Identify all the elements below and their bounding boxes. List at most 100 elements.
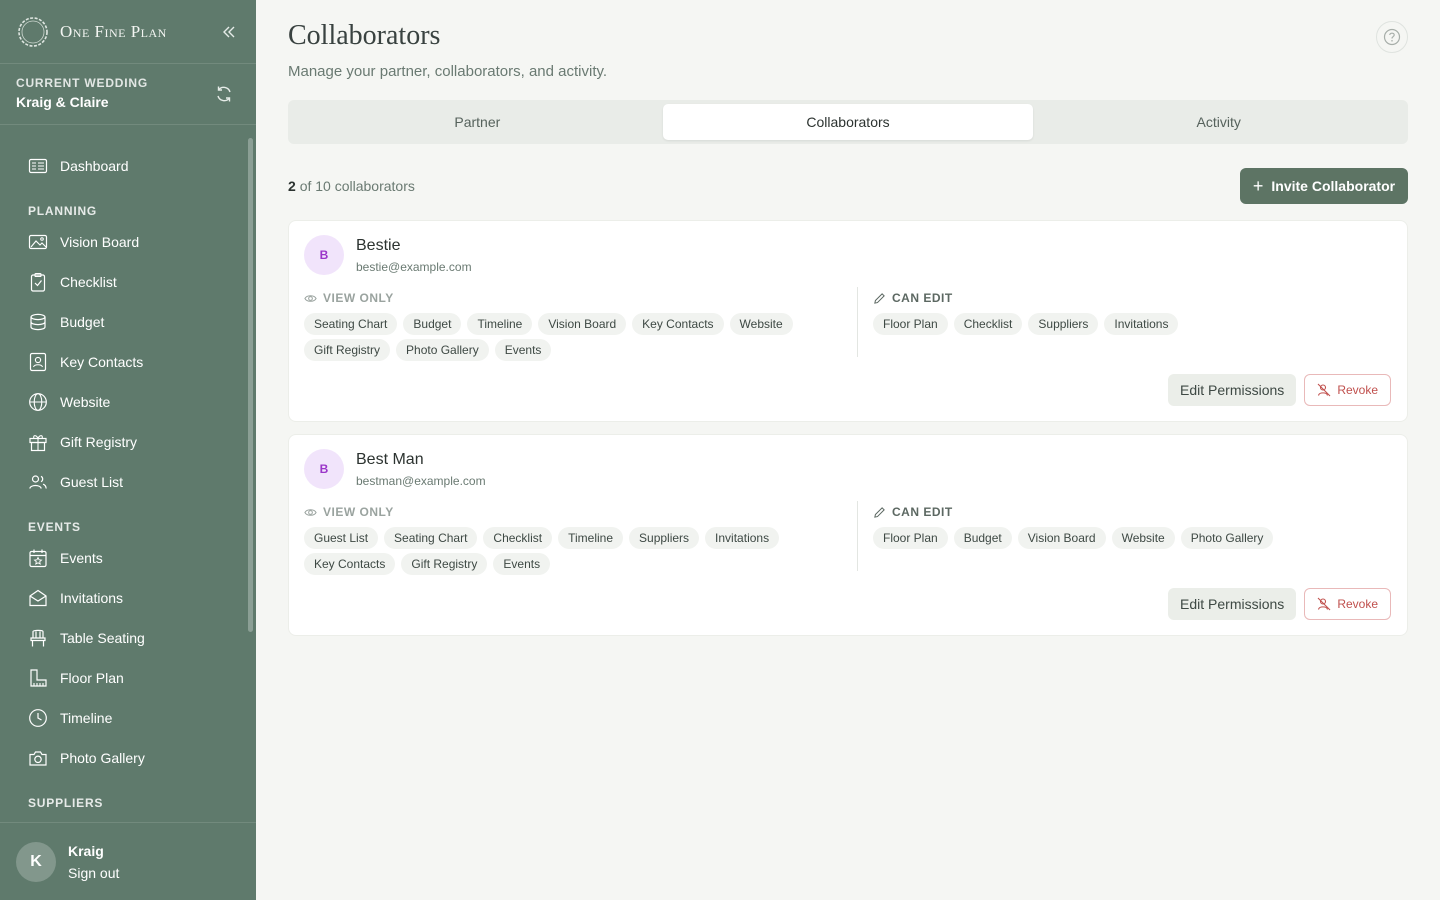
sidebar-item-website[interactable]: Website xyxy=(0,382,256,422)
user-name: Kraig xyxy=(68,842,104,859)
chair-icon xyxy=(28,628,48,648)
permission-chip: Budget xyxy=(953,527,1012,549)
sign-out-link[interactable]: Sign out xyxy=(68,865,119,881)
sidebar-item-label: Website xyxy=(60,394,111,410)
sidebar-item-label: Gift Registry xyxy=(60,434,138,450)
sidebar-item-budget[interactable]: Budget xyxy=(0,302,256,342)
permission-chip: Suppliers xyxy=(1028,313,1099,335)
permission-chip: Events xyxy=(494,339,552,361)
clock-icon xyxy=(28,708,48,728)
permission-chip: Vision Board xyxy=(1017,527,1106,549)
globe-icon xyxy=(28,392,48,412)
current-wedding-label: CURRENT WEDDING xyxy=(16,76,148,90)
tab-collaborators[interactable]: Collaborators xyxy=(662,104,1034,140)
wreath-logo-icon xyxy=(18,16,48,47)
revoke-button[interactable]: Revoke xyxy=(1304,588,1391,620)
sidebar-item-label: Dashboard xyxy=(60,158,129,174)
sidebar-item-table-seating[interactable]: Table Seating xyxy=(0,618,256,658)
permission-chip: Invitations xyxy=(1104,313,1179,335)
nav-section-events: EVENTS xyxy=(28,520,81,534)
view-only-permissions: VIEW ONLY Seating Chart Budget Timeline … xyxy=(304,289,856,365)
sidebar-nav: Dashboard PLANNING Vision Board Checklis… xyxy=(0,126,256,822)
scrollbar-thumb[interactable] xyxy=(248,138,253,632)
brand-name: One Fine Plan xyxy=(60,21,167,41)
can-edit-permissions: CAN EDIT Floor Plan Budget Vision Board … xyxy=(873,503,1393,553)
permission-chip: Gift Registry xyxy=(401,553,488,575)
permission-chip: Website xyxy=(1111,527,1175,549)
sidebar-item-label: Checklist xyxy=(60,274,117,290)
current-wedding: CURRENT WEDDING Kraig & Claire xyxy=(0,64,256,125)
collaborator-card: B Best Man bestman@example.com VIEW ONLY… xyxy=(288,434,1408,636)
sidebar-item-photo-gallery[interactable]: Photo Gallery xyxy=(0,738,256,778)
user-x-icon xyxy=(1317,597,1331,611)
permission-chip: Key Contacts xyxy=(632,313,724,335)
permission-chip: Seating Chart xyxy=(304,313,398,335)
collaborator-name: Bestie xyxy=(356,236,401,254)
sidebar-item-key-contacts[interactable]: Key Contacts xyxy=(0,342,256,382)
sidebar-item-events[interactable]: Events xyxy=(0,538,256,578)
pencil-icon xyxy=(873,505,887,519)
permission-divider xyxy=(857,501,858,571)
view-only-label: VIEW ONLY xyxy=(323,291,394,305)
sidebar-item-label: Table Seating xyxy=(60,630,145,646)
sidebar-item-dashboard[interactable]: Dashboard xyxy=(0,146,256,186)
switch-wedding-icon[interactable] xyxy=(214,84,236,106)
permission-chip: Photo Gallery xyxy=(1180,527,1274,549)
edit-permissions-button[interactable]: Edit Permissions xyxy=(1168,588,1297,620)
sidebar-item-label: Timeline xyxy=(60,710,113,726)
permission-chip: Invitations xyxy=(705,527,780,549)
permission-chip: Guest List xyxy=(304,527,379,549)
camera-icon xyxy=(28,748,48,768)
permission-divider xyxy=(857,287,858,357)
sidebar-item-timeline[interactable]: Timeline xyxy=(0,698,256,738)
gift-icon xyxy=(28,432,48,452)
image-icon xyxy=(28,232,48,252)
help-icon[interactable] xyxy=(1376,21,1408,53)
sidebar-item-gift-registry[interactable]: Gift Registry xyxy=(0,422,256,462)
sidebar-item-label: Events xyxy=(60,550,103,566)
permission-chip: Seating Chart xyxy=(384,527,478,549)
sidebar-item-label: Floor Plan xyxy=(60,670,124,686)
envelope-open-icon xyxy=(28,588,48,608)
collaborator-email: bestie@example.com xyxy=(356,259,472,274)
sidebar-item-label: Guest List xyxy=(60,474,124,490)
view-only-label: VIEW ONLY xyxy=(323,505,394,519)
collaborator-avatar: B xyxy=(304,235,344,275)
tab-activity[interactable]: Activity xyxy=(1033,104,1404,140)
contact-card-icon xyxy=(28,352,48,372)
user-x-icon xyxy=(1317,383,1331,397)
permission-chip: Events xyxy=(493,553,551,575)
sidebar-item-label: Photo Gallery xyxy=(60,750,145,766)
collaborator-name: Best Man xyxy=(356,450,424,468)
page-title: Collaborators xyxy=(288,20,441,51)
collaborator-card: B Bestie bestie@example.com VIEW ONLY Se… xyxy=(288,220,1408,422)
collaborator-avatar: B xyxy=(304,449,344,489)
collaborator-count: 2 of 10 collaborators xyxy=(288,178,415,194)
eye-icon xyxy=(304,505,318,519)
sidebar-item-invitations[interactable]: Invitations xyxy=(0,578,256,618)
revoke-button[interactable]: Revoke xyxy=(1304,374,1391,406)
permission-chip: Timeline xyxy=(558,527,624,549)
sidebar-item-floor-plan[interactable]: Floor Plan xyxy=(0,658,256,698)
tab-bar: Partner Collaborators Activity xyxy=(288,100,1408,144)
user-area: K Kraig Sign out xyxy=(0,822,256,900)
collaborator-count-current: 2 xyxy=(288,178,296,194)
edit-permissions-button[interactable]: Edit Permissions xyxy=(1168,374,1297,406)
permission-chip: Checklist xyxy=(953,313,1023,335)
invite-collaborator-button[interactable]: + Invite Collaborator xyxy=(1240,168,1408,204)
sidebar-item-guest-list[interactable]: Guest List xyxy=(0,462,256,502)
permission-chip: Key Contacts xyxy=(304,553,396,575)
collaborator-email: bestman@example.com xyxy=(356,473,486,488)
can-edit-label: CAN EDIT xyxy=(892,291,953,305)
eye-icon xyxy=(304,291,318,305)
clipboard-check-icon xyxy=(28,272,48,292)
tab-partner[interactable]: Partner xyxy=(292,104,663,140)
invite-collaborator-label: Invite Collaborator xyxy=(1271,178,1396,194)
user-avatar: K xyxy=(16,841,56,882)
sidebar-scrollbar[interactable] xyxy=(247,128,253,822)
collapse-sidebar-icon[interactable] xyxy=(218,21,240,43)
permission-chip: Vision Board xyxy=(538,313,627,335)
sidebar-item-checklist[interactable]: Checklist xyxy=(0,262,256,302)
nav-section-planning: PLANNING xyxy=(28,204,98,218)
sidebar-item-vision-board[interactable]: Vision Board xyxy=(0,222,256,262)
